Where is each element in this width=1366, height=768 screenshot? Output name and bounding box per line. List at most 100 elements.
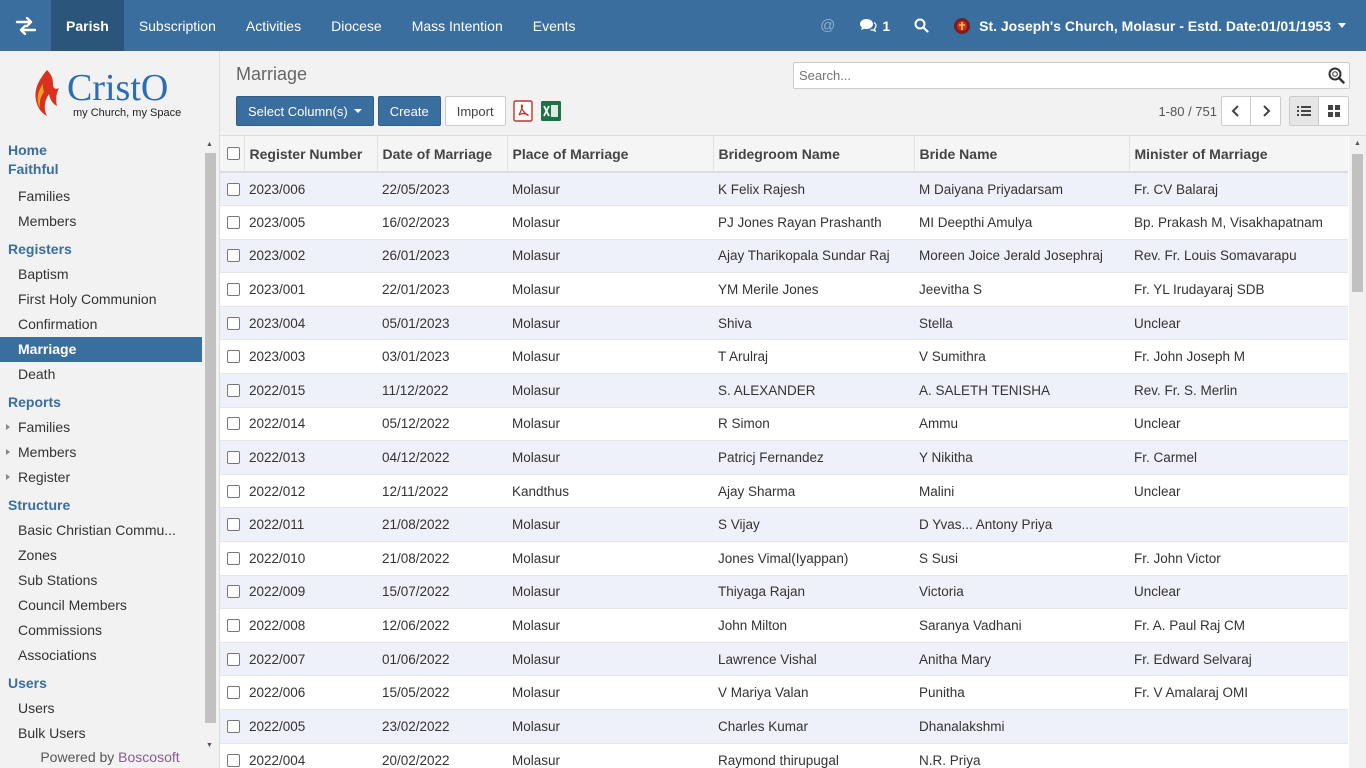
sidebar-item-associations[interactable]: Associations [0,643,202,668]
table-row[interactable]: 2022/010 21/08/2022 Molasur Jones Vimal(Iya… [220,541,1348,576]
table-row[interactable]: 2023/002 26/01/2023 Molasur Ajay Tharikopal… [220,238,1348,273]
pdf-export-icon[interactable] [512,100,534,122]
sidebar-item-confirmation[interactable]: Confirmation [0,312,202,337]
sidebar-item-sub-stations[interactable]: Sub Stations [0,568,202,593]
cristo-logo[interactable]: CristO my Church, my Space [0,51,219,135]
row-checkbox[interactable] [227,619,240,633]
sidebar-item-baptism[interactable]: Baptism [0,262,202,287]
messages-button[interactable]: 1 [847,18,902,34]
cell-bride-name: Dhanalakshmi [914,709,1129,744]
sidebar-item-families[interactable]: Families [0,184,202,209]
sidebar-item-first-holy-communion[interactable]: First Holy Communion [0,287,202,312]
nav-activities[interactable]: Activities [231,0,316,51]
table-row[interactable]: 2023/001 22/01/2023 Molasur YM Merile Jones… [220,272,1348,307]
cell-register-number: 2022/014 [244,406,377,441]
row-checkbox[interactable] [227,350,240,364]
table-row[interactable]: 2022/005 23/02/2022 Molasur Charles Kumar Dh… [220,709,1348,744]
col-register-number[interactable]: Register Number [243,136,377,173]
table-row[interactable]: 2023/003 03/01/2023 Molasur T Arulraj V Sumi… [220,339,1348,374]
table-row[interactable]: 2022/008 12/06/2022 Molasur John Milton Sara… [220,608,1348,643]
row-checkbox[interactable] [227,249,240,263]
search-icon[interactable] [902,18,941,33]
table-row[interactable]: 2022/009 15/07/2022 Molasur Thiyaga Rajan Vi… [220,574,1348,609]
sidebar-item-report-members[interactable]: Members [0,440,202,465]
list-view-button[interactable] [1289,96,1319,126]
table-row[interactable]: 2022/004 20/02/2022 Molasur Raymond thirupu… [220,742,1348,768]
cell-place-of-marriage: Molasur [507,440,713,475]
table-row[interactable]: 2023/005 16/02/2023 Molasur PJ Jones Rayan … [220,205,1348,240]
sidebar-item-users[interactable]: Users [0,696,202,721]
sidebar-home[interactable]: Home [0,141,202,160]
next-page-button[interactable] [1251,96,1281,126]
row-checkbox[interactable] [227,417,240,431]
excel-export-icon[interactable] [540,100,562,122]
col-bridegroom-name[interactable]: Bridegroom Name [712,136,914,173]
search-input[interactable] [794,63,1314,88]
table-row[interactable]: 2022/007 01/06/2022 Molasur Lawrence Vishal… [220,641,1348,676]
row-checkbox[interactable] [227,686,240,700]
table-row[interactable]: 2022/013 04/12/2022 Molasur Patricj Fernand… [220,440,1348,475]
col-place-of-marriage[interactable]: Place of Marriage [506,136,713,173]
boscosoft-link[interactable]: Boscosoft [118,749,179,765]
row-checkbox[interactable] [227,383,240,397]
select-all-checkbox[interactable] [227,147,240,160]
create-button[interactable]: Create [377,96,441,126]
row-checkbox[interactable] [227,484,240,498]
church-selector[interactable]: St. Joseph's Church, Molasur - Estd. Dat… [941,17,1366,35]
row-checkbox[interactable] [227,753,240,767]
sidebar-section-registers[interactable]: Registers [0,240,202,259]
nav-diocese[interactable]: Diocese [316,0,397,51]
sidebar-section-faithful[interactable]: Faithful [0,160,202,179]
sidebar-item-zones[interactable]: Zones [0,543,202,568]
import-button[interactable]: Import [444,96,506,126]
row-checkbox[interactable] [227,215,240,229]
col-date-of-marriage[interactable]: Date of Marriage [376,136,507,173]
row-checkbox[interactable] [227,652,240,666]
table-row[interactable]: 2022/006 15/05/2022 Molasur V Mariya Valan P… [220,675,1348,710]
nav-mass-intention[interactable]: Mass Intention [397,0,518,51]
sidebar-section-users[interactable]: Users [0,674,202,693]
cell-bride-name: Punitha [914,675,1129,710]
table-row[interactable]: 2022/014 05/12/2022 Molasur R Simon Ammu Uncl… [220,406,1348,441]
row-checkbox[interactable] [227,719,240,733]
select-all-cell [220,136,244,173]
table-row[interactable]: 2023/004 05/01/2023 Molasur Shiva Stella Uncl… [220,305,1348,340]
sidebar-section-structure[interactable]: Structure [0,496,202,515]
sidebar-item-marriage[interactable]: Marriage [0,337,202,362]
sidebar-item-death[interactable]: Death [0,362,202,387]
sidebar-item-council-members[interactable]: Council Members [0,593,202,618]
sidebar-item-members[interactable]: Members [0,209,202,234]
sidebar-item-bulk-users[interactable]: Bulk Users [0,721,202,746]
row-checkbox[interactable] [227,585,240,599]
search-icon[interactable] [1328,67,1345,87]
col-minister-of-marriage[interactable]: Minister of Marriage [1128,136,1348,173]
nav-events[interactable]: Events [518,0,591,51]
table-row[interactable]: 2023/006 22/05/2023 Molasur K Felix Rajesh M… [220,171,1348,206]
sidebar-item-basic-christian-communities[interactable]: Basic Christian Commu... [0,518,202,543]
app-switcher-icon[interactable] [0,0,51,51]
nav-parish[interactable]: Parish [51,0,124,51]
row-checkbox[interactable] [227,316,240,330]
table-scrollbar[interactable]: ▲ [1349,136,1366,768]
sidebar-item-commissions[interactable]: Commissions [0,618,202,643]
select-columns-button[interactable]: Select Column(s) [236,96,374,126]
table-row[interactable]: 2022/011 21/08/2022 Molasur S Vijay D Yvas..… [220,507,1348,542]
mention-icon[interactable]: @ [808,17,847,34]
cell-bridegroom-name: Shiva [713,305,914,340]
table-row[interactable]: 2022/015 11/12/2022 Molasur S. ALEXANDER A. … [220,373,1348,408]
col-bride-name[interactable]: Bride Name [913,136,1129,173]
sidebar-scrollbar[interactable]: ▲ ▼ [203,141,217,749]
cell-bridegroom-name: V Mariya Valan [713,675,914,710]
sidebar-section-reports[interactable]: Reports [0,393,202,412]
row-checkbox[interactable] [227,283,240,297]
row-checkbox[interactable] [227,551,240,565]
row-checkbox[interactable] [227,518,240,532]
table-row[interactable]: 2022/012 12/11/2022 Kandthus Ajay Sharma Mal… [220,473,1348,508]
nav-subscription[interactable]: Subscription [124,0,231,51]
sidebar-item-report-families[interactable]: Families [0,415,202,440]
sidebar-item-report-register[interactable]: Register [0,465,202,490]
row-checkbox[interactable] [227,451,240,465]
kanban-view-button[interactable] [1319,96,1349,126]
prev-page-button[interactable] [1221,96,1251,126]
row-checkbox[interactable] [227,182,240,196]
